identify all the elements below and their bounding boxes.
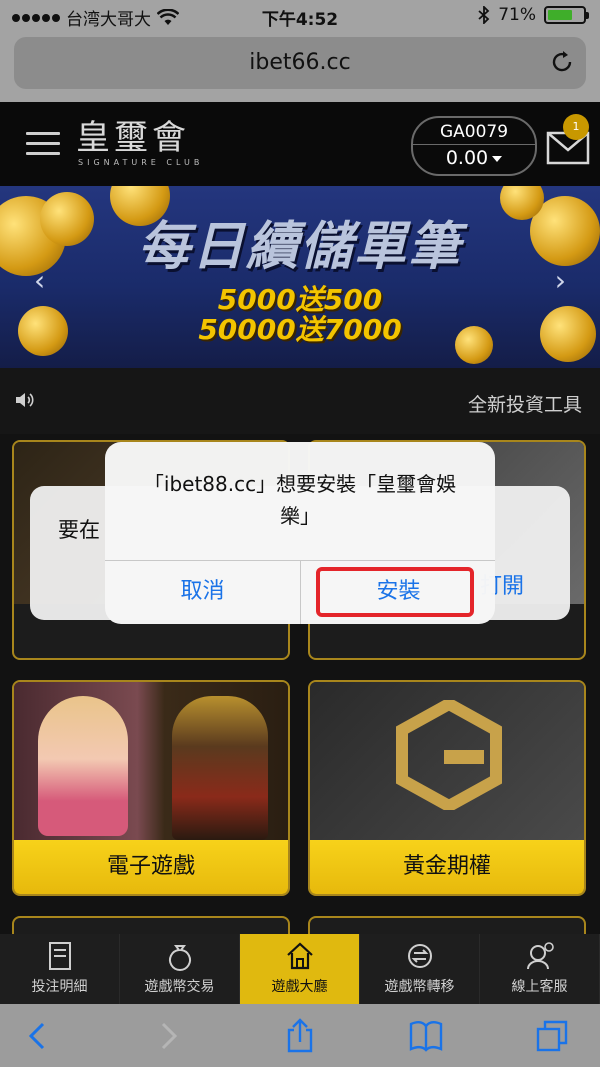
- account-id: GA0079: [413, 122, 535, 145]
- back-arrow-icon[interactable]: [20, 1018, 56, 1054]
- support-agent-icon: [526, 942, 554, 970]
- nav-label: 投注明細: [31, 979, 88, 995]
- chevron-right-icon[interactable]: ›: [555, 264, 566, 297]
- site-header: 皇璽會 SIGNATURE CLUB GA0079 0.00: [0, 102, 600, 186]
- promo-banner[interactable]: 每日續儲單筆 5000送500 50000送7000 ‹ ›: [0, 186, 600, 368]
- reload-icon[interactable]: [550, 50, 574, 74]
- samurai-figure: [172, 696, 268, 840]
- site-logo[interactable]: 皇璽會 SIGNATURE CLUB: [76, 120, 203, 167]
- gold-logo-icon: [396, 700, 502, 810]
- status-right: 71%: [478, 5, 589, 25]
- logo-sub-text: SIGNATURE CLUB: [78, 158, 204, 167]
- gold-options-art: [310, 682, 584, 840]
- nav-bet-history[interactable]: 投注明細: [0, 934, 120, 1004]
- cancel-button[interactable]: 取消: [105, 560, 300, 624]
- account-balance-widget[interactable]: GA0079 0.00: [411, 116, 537, 176]
- install-highlight-box: [316, 567, 474, 617]
- address-bar[interactable]: ibet66.cc: [14, 37, 586, 89]
- nav-label: 遊戲幣轉移: [384, 979, 455, 995]
- nav-label: 線上客服: [511, 979, 568, 995]
- tile-label: 黃金期權: [310, 840, 584, 894]
- nav-coin-trade[interactable]: 遊戲幣交易: [120, 934, 240, 1004]
- url-text[interactable]: ibet66.cc: [14, 50, 586, 75]
- battery-icon: [544, 6, 589, 24]
- money-bag-icon: [168, 945, 191, 971]
- notice-bar: 全新投資工具: [0, 368, 600, 434]
- electronic-games-art: [14, 682, 288, 840]
- open-in-app-message: 要在: [58, 518, 100, 542]
- nav-label: 遊戲幣交易: [144, 979, 215, 995]
- notice-text: 全新投資工具: [467, 394, 582, 416]
- receipt-icon: [48, 942, 71, 970]
- tile-electronic-games[interactable]: 電子遊戲: [12, 680, 290, 896]
- browser-bar: ibet66.cc: [0, 32, 600, 102]
- share-icon[interactable]: [282, 1018, 318, 1054]
- status-bar: 台湾大哥大 下午4:52 71%: [0, 0, 600, 32]
- transfer-icon: [407, 944, 432, 968]
- balance-value: 0.00: [445, 147, 489, 169]
- nav-coin-transfer[interactable]: 遊戲幣轉移: [360, 934, 480, 1004]
- menu-icon[interactable]: [26, 132, 60, 156]
- tile-label: 電子遊戲: [14, 840, 288, 894]
- forward-arrow-icon[interactable]: [150, 1018, 186, 1054]
- bookmarks-icon[interactable]: [408, 1018, 444, 1054]
- chevron-left-icon[interactable]: ‹: [34, 264, 45, 297]
- speaker-icon: [16, 393, 34, 407]
- home-icon: [286, 942, 313, 970]
- alert-message: 「ibet88.cc」想要安裝「皇璽會娛樂」: [143, 472, 457, 528]
- browser-toolbar: [0, 1004, 600, 1067]
- girl-figure: [38, 696, 128, 836]
- tabs-icon[interactable]: [534, 1018, 570, 1054]
- bluetooth-icon: [478, 6, 490, 24]
- battery-percent: 71%: [498, 5, 536, 25]
- bottom-nav: 投注明細 遊戲幣交易 遊戲大廳 遊戲幣轉移 線上客服: [0, 934, 600, 1004]
- logo-main-text: 皇璽會: [76, 118, 190, 158]
- caret-down-icon: [492, 155, 503, 162]
- balance-dropdown[interactable]: 0.00: [413, 147, 535, 169]
- mail-count-badge: 1: [563, 114, 589, 140]
- nav-label: 遊戲大廳: [271, 979, 328, 995]
- nav-game-lobby[interactable]: 遊戲大廳: [240, 934, 360, 1004]
- nav-customer-service[interactable]: 線上客服: [480, 934, 600, 1004]
- banner-title: 每日續儲單筆: [137, 217, 462, 277]
- banner-line-2: 50000送7000: [198, 313, 402, 346]
- tile-gold-options[interactable]: 黃金期權: [308, 680, 586, 896]
